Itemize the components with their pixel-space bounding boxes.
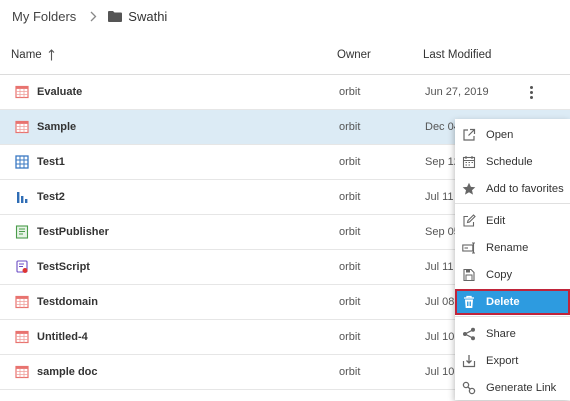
menu-item-edit[interactable]: Edit — [455, 208, 570, 234]
report-grid-icon — [15, 365, 29, 379]
copy-icon — [462, 268, 476, 282]
row-name[interactable]: Testdomain — [37, 296, 98, 308]
report-grid-icon — [15, 120, 29, 134]
menu-item-export[interactable]: Export — [455, 348, 570, 374]
breadcrumb: My Folders Swathi — [12, 0, 167, 32]
table-header: Name Owner Last Modified — [0, 38, 570, 75]
open-external-icon — [462, 128, 476, 142]
row-name[interactable]: TestPublisher — [37, 226, 109, 238]
menu-item-label: Generate Link — [486, 382, 557, 394]
report-grid-icon — [15, 330, 29, 344]
menu-item-label: Schedule — [486, 156, 533, 168]
rename-icon — [462, 241, 476, 255]
row-owner: orbit — [339, 156, 361, 168]
menu-item-label: Copy — [486, 269, 513, 281]
folder-icon — [108, 10, 123, 22]
row-name[interactable]: Test1 — [37, 156, 65, 168]
context-menu: Open Schedule Add to favorites Edit Rename Co… — [455, 119, 570, 400]
column-header-name[interactable]: Name — [11, 49, 55, 61]
more-options-icon[interactable] — [526, 83, 536, 101]
menu-item-share[interactable]: Share — [455, 321, 570, 347]
chevron-right-icon — [90, 11, 97, 22]
row-name[interactable]: Evaluate — [37, 86, 82, 98]
row-name[interactable]: TestScript — [37, 261, 90, 273]
report-grid-icon — [15, 295, 29, 309]
row-last-modified: Jun 27, 2019 — [425, 86, 489, 98]
menu-item-add-to-favorites[interactable]: Add to favorites — [455, 176, 570, 202]
column-header-last-modified[interactable]: Last Modified — [423, 49, 491, 61]
menu-item-copy[interactable]: Copy — [455, 262, 570, 288]
row-owner: orbit — [339, 226, 361, 238]
file-table: Name Owner Last Modified — [0, 38, 570, 75]
row-last-modified: Jul 11 — [425, 191, 454, 203]
menu-item-rename[interactable]: Rename — [455, 235, 570, 261]
row-owner: orbit — [339, 366, 361, 378]
row-owner: orbit — [339, 331, 361, 343]
trash-icon — [462, 295, 476, 309]
row-last-modified: Jul 10 — [425, 331, 455, 343]
menu-item-label: Delete — [486, 296, 520, 308]
menu-item-schedule[interactable]: Schedule — [455, 149, 570, 175]
row-last-modified: Jul 08 — [425, 296, 455, 308]
link-icon — [462, 381, 476, 395]
sort-ascending-icon[interactable] — [48, 49, 55, 61]
breadcrumb-my-folders[interactable]: My Folders — [12, 9, 76, 24]
menu-divider — [455, 203, 570, 204]
menu-item-label: Export — [486, 355, 519, 367]
breadcrumb-current-label: Swathi — [128, 8, 168, 24]
bar-chart-icon — [15, 190, 29, 204]
row-name[interactable]: Test2 — [37, 191, 65, 203]
table-row[interactable]: Evaluate orbit Jun 27, 2019 — [0, 75, 570, 110]
row-owner: orbit — [339, 121, 361, 133]
row-owner: orbit — [339, 261, 361, 273]
row-name[interactable]: Sample — [37, 121, 76, 133]
menu-item-label: Open — [486, 129, 514, 141]
row-owner: orbit — [339, 86, 361, 98]
star-icon — [462, 182, 476, 196]
report-grid-icon — [15, 85, 29, 99]
column-header-name-label: Name — [11, 49, 42, 61]
menu-item-label: Add to favorites — [486, 183, 564, 195]
menu-item-generate-link[interactable]: Generate Link — [455, 375, 570, 401]
menu-item-label: Rename — [486, 242, 529, 254]
menu-item-delete[interactable]: Delete — [455, 289, 570, 315]
publisher-icon — [15, 225, 29, 239]
row-owner: orbit — [339, 296, 361, 308]
menu-item-label: Edit — [486, 215, 506, 227]
table-icon — [15, 155, 29, 169]
row-last-modified: Jul 11 — [425, 261, 454, 273]
row-name[interactable]: sample doc — [37, 366, 98, 378]
menu-divider — [455, 316, 570, 317]
script-icon — [15, 260, 29, 274]
calendar-icon — [462, 155, 476, 169]
share-icon — [462, 327, 476, 341]
export-icon — [462, 354, 476, 368]
menu-item-open[interactable]: Open — [455, 122, 570, 148]
row-last-modified: Jul 10 — [425, 366, 455, 378]
breadcrumb-current: Swathi — [108, 9, 167, 24]
column-header-owner[interactable]: Owner — [337, 49, 371, 61]
menu-item-label: Share — [486, 328, 516, 340]
row-name[interactable]: Untitled-4 — [37, 331, 88, 343]
row-owner: orbit — [339, 191, 361, 203]
edit-icon — [462, 214, 476, 228]
